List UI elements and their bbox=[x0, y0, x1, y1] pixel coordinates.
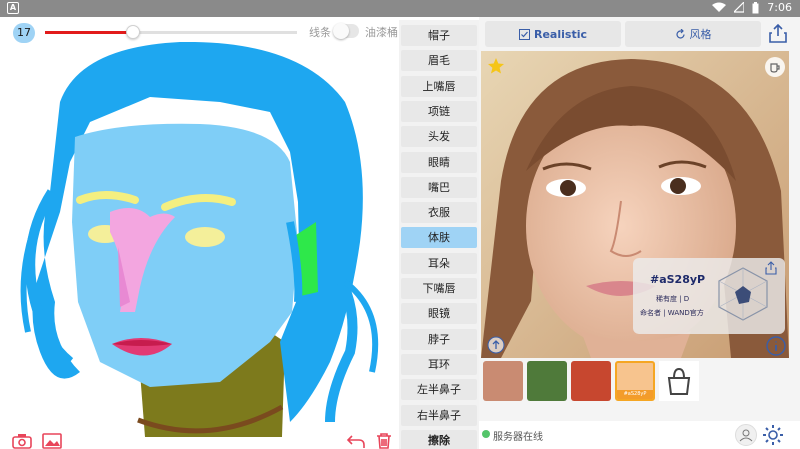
category-item[interactable]: 眼睛 bbox=[401, 151, 477, 173]
app-root: A 7:06 17 线条 油漆桶 帽子 眉毛 上嘴唇 项链 头发 眼睛 嘴巴 衣… bbox=[0, 0, 800, 449]
info-icon[interactable] bbox=[766, 336, 786, 356]
texture-thumbnails: #aS28yP bbox=[483, 361, 699, 401]
result-panel: Realistic 风格 #aS28yP 稀有度 | D 命名者 | WAND官… bbox=[479, 17, 800, 449]
drawing-canvas[interactable] bbox=[0, 42, 398, 437]
share-icon[interactable] bbox=[767, 22, 789, 44]
shopping-bag-icon[interactable] bbox=[659, 361, 699, 401]
eye-right bbox=[185, 227, 225, 247]
status-icons: 7:06 bbox=[712, 1, 792, 14]
thumbnail-texture-1[interactable] bbox=[483, 361, 523, 401]
category-item[interactable]: 耳朵 bbox=[401, 252, 477, 274]
category-item[interactable]: 耳环 bbox=[401, 353, 477, 375]
checkbox-icon bbox=[519, 28, 530, 40]
realistic-button[interactable]: Realistic bbox=[485, 21, 621, 47]
mode-toggle[interactable] bbox=[333, 23, 359, 39]
drawing-panel: 17 线条 油漆桶 bbox=[0, 17, 398, 449]
category-item[interactable]: 头发 bbox=[401, 126, 477, 148]
result-info-card[interactable]: #aS28yP 稀有度 | D 命名者 | WAND官方 bbox=[633, 258, 785, 334]
gear-icon[interactable] bbox=[762, 424, 784, 446]
result-author: 命名者 | WAND官方 bbox=[640, 309, 704, 317]
card-share-icon[interactable] bbox=[764, 261, 778, 275]
wifi-icon bbox=[712, 2, 727, 12]
footer-bar: 服务器在线 bbox=[479, 421, 800, 449]
category-item[interactable]: 脖子 bbox=[401, 328, 477, 350]
category-item[interactable]: 擦除 bbox=[401, 429, 477, 449]
server-status-text: 服务器在线 bbox=[493, 432, 543, 443]
thumbnail-caption: #aS28yP bbox=[617, 390, 653, 399]
right-tools bbox=[346, 433, 394, 449]
battery-icon bbox=[752, 1, 759, 13]
category-item[interactable]: 右半鼻子 bbox=[401, 404, 477, 426]
slider-thumb[interactable] bbox=[126, 25, 141, 39]
category-item[interactable]: 嘴巴 bbox=[401, 176, 477, 198]
star-icon[interactable] bbox=[487, 57, 505, 75]
category-item[interactable]: 衣服 bbox=[401, 202, 477, 224]
refresh-icon bbox=[675, 28, 685, 39]
category-item[interactable]: 上嘴唇 bbox=[401, 75, 477, 97]
thumbnail-texture-4[interactable]: #aS28yP bbox=[615, 361, 655, 401]
category-item[interactable]: 眼镜 bbox=[401, 303, 477, 325]
no-signal-icon bbox=[734, 2, 745, 13]
category-item[interactable]: 眉毛 bbox=[401, 50, 477, 72]
server-status-dot bbox=[482, 430, 490, 438]
style-label: 风格 bbox=[689, 28, 712, 41]
category-item[interactable]: 下嘴唇 bbox=[401, 278, 477, 299]
category-item[interactable]: 体肤 bbox=[401, 227, 477, 249]
upload-icon[interactable] bbox=[487, 336, 505, 354]
cup-icon[interactable] bbox=[765, 57, 785, 77]
result-name: #aS28yP bbox=[650, 273, 706, 286]
style-button[interactable]: 风格 bbox=[625, 21, 761, 47]
app-badge-icon: A bbox=[7, 2, 19, 14]
result-rarity: 稀有度 | D bbox=[656, 295, 690, 303]
camera-icon[interactable] bbox=[12, 433, 32, 449]
realistic-label: Realistic bbox=[534, 27, 587, 41]
status-bar: A 7:06 bbox=[0, 0, 800, 17]
slider-fill bbox=[45, 31, 134, 34]
toggle-knob bbox=[333, 23, 349, 39]
category-item[interactable]: 帽子 bbox=[401, 25, 477, 46]
trash-icon[interactable] bbox=[374, 433, 394, 449]
brush-size-slider[interactable] bbox=[45, 31, 297, 34]
fill-mode-label: 油漆桶 bbox=[365, 26, 398, 39]
user-icon[interactable] bbox=[735, 424, 757, 446]
category-item[interactable]: 左半鼻子 bbox=[401, 379, 477, 401]
category-item[interactable]: 项链 bbox=[401, 100, 477, 122]
thumbnail-texture-3[interactable] bbox=[571, 361, 611, 401]
line-mode-label: 线条 bbox=[309, 26, 331, 39]
clock-time: 7:06 bbox=[767, 1, 792, 14]
category-list: 帽子眉毛上嘴唇项链头发眼睛嘴巴衣服体肤耳朵下嘴唇眼镜脖子耳环左半鼻子右半鼻子擦除 bbox=[399, 20, 479, 449]
image-icon[interactable] bbox=[42, 433, 62, 449]
undo-icon[interactable] bbox=[346, 433, 366, 449]
brush-size-badge[interactable]: 17 bbox=[13, 23, 35, 43]
thumbnail-texture-2[interactable] bbox=[527, 361, 567, 401]
left-tools bbox=[12, 433, 62, 449]
generated-portrait: #aS28yP 稀有度 | D 命名者 | WAND官方 bbox=[481, 51, 789, 358]
